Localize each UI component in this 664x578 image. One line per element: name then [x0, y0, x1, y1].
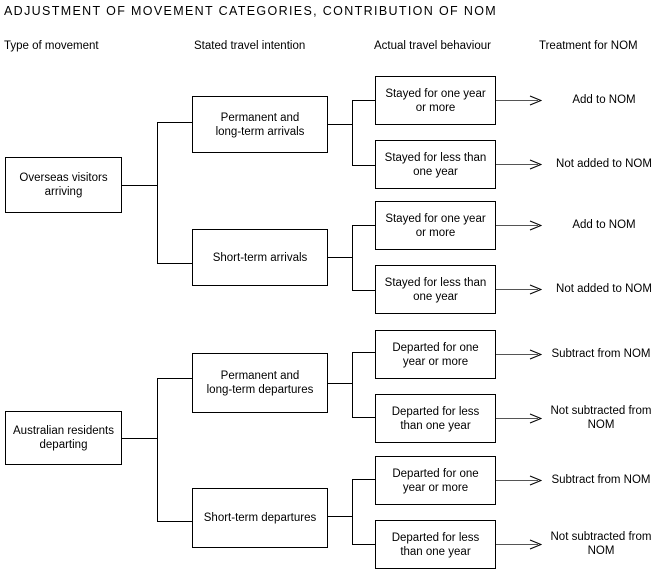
node-stayed-less-than-one-year-a[interactable]: Stayed for less than one year	[375, 140, 496, 189]
arrow-to-add-nom-b	[496, 220, 542, 231]
outcome-add-to-nom-b: Add to NOM	[572, 219, 636, 231]
outcome-subtract-from-nom-a: Subtract from NOM	[551, 348, 651, 360]
connector-residents-spine	[157, 378, 158, 521]
node-departed-less-than-one-year-b[interactable]: Departed for less than one year	[375, 520, 496, 569]
column-header-treatment-for-nom: Treatment for NOM	[539, 40, 638, 52]
node-short-term-arrivals[interactable]: Short-term arrivals	[192, 229, 328, 286]
arrow-to-not-subtracted-nom-b	[496, 539, 542, 550]
connector-overseas-spine	[157, 122, 158, 263]
node-stayed-one-year-or-more-b[interactable]: Stayed for one year or more	[375, 201, 496, 250]
node-stayed-one-year-or-more-a[interactable]: Stayed for one year or more	[375, 76, 496, 125]
connector-st-arrivals-stem	[328, 257, 352, 258]
outcome-not-added-to-nom-b: Not added to NOM	[556, 283, 652, 295]
connector-residents-stem	[122, 438, 157, 439]
node-australian-residents-departing[interactable]: Australian residents departing	[5, 411, 122, 465]
connector-plt-departures-to-departed-less-year	[352, 417, 375, 418]
connector-plt-arrivals-spine	[352, 100, 353, 165]
node-short-term-departures[interactable]: Short-term departures	[192, 488, 328, 548]
node-departed-one-year-or-more-a[interactable]: Departed for one year or more	[375, 330, 496, 379]
node-departed-one-year-or-more-b[interactable]: Departed for one year or more	[375, 456, 496, 505]
connector-plt-departures-to-departed-one-year	[352, 352, 375, 353]
connector-plt-departures-spine	[352, 352, 353, 417]
arrow-to-add-nom-a	[496, 95, 542, 106]
connector-residents-to-st-departures	[157, 521, 192, 522]
arrow-to-not-added-nom-b	[496, 284, 542, 295]
connector-plt-arrivals-to-stayed-less-year	[352, 165, 375, 166]
connector-overseas-to-plt-arrivals	[157, 122, 192, 123]
connector-overseas-to-st-arrivals	[157, 263, 192, 264]
flowchart-canvas: ADJUSTMENT OF MOVEMENT CATEGORIES, CONTR…	[0, 0, 664, 578]
connector-st-arrivals-spine	[352, 225, 353, 290]
connector-st-departures-spine	[352, 479, 353, 544]
node-departed-less-than-one-year-a[interactable]: Departed for less than one year	[375, 394, 496, 443]
connector-st-departures-to-departed-less-year	[352, 544, 375, 545]
connector-plt-departures-stem	[328, 383, 352, 384]
node-permanent-long-term-arrivals[interactable]: Permanent and long-term arrivals	[192, 96, 328, 153]
connector-overseas-stem	[122, 185, 157, 186]
column-header-type-of-movement: Type of movement	[4, 40, 99, 52]
column-header-actual-travel-behaviour: Actual travel behaviour	[374, 40, 491, 52]
connector-residents-to-plt-departures	[157, 378, 192, 379]
outcome-not-added-to-nom-a: Not added to NOM	[556, 158, 652, 170]
connector-st-arrivals-to-stayed-less-year	[352, 290, 375, 291]
node-stayed-less-than-one-year-b[interactable]: Stayed for less than one year	[375, 265, 496, 314]
connector-st-departures-stem	[328, 516, 352, 517]
outcome-subtract-from-nom-b: Subtract from NOM	[551, 474, 651, 486]
outcome-add-to-nom-a: Add to NOM	[572, 94, 636, 106]
chart-title: ADJUSTMENT OF MOVEMENT CATEGORIES, CONTR…	[4, 4, 498, 18]
connector-st-departures-to-departed-one-year	[352, 479, 375, 480]
connector-plt-arrivals-stem	[328, 124, 352, 125]
arrow-to-not-subtracted-nom-a	[496, 413, 542, 424]
arrow-to-not-added-nom-a	[496, 159, 542, 170]
connector-st-arrivals-to-stayed-one-year	[352, 225, 375, 226]
connector-plt-arrivals-to-stayed-one-year	[352, 100, 375, 101]
arrow-to-subtract-nom-a	[496, 349, 542, 360]
arrow-to-subtract-nom-b	[496, 475, 542, 486]
outcome-not-subtracted-from-nom-a: Not subtracted from NOM	[550, 405, 652, 431]
node-overseas-visitors-arriving[interactable]: Overseas visitors arriving	[5, 157, 122, 213]
column-header-stated-travel-intention: Stated travel intention	[194, 40, 306, 52]
node-permanent-long-term-departures[interactable]: Permanent and long-term departures	[192, 353, 328, 413]
outcome-not-subtracted-from-nom-b: Not subtracted from NOM	[550, 531, 652, 557]
